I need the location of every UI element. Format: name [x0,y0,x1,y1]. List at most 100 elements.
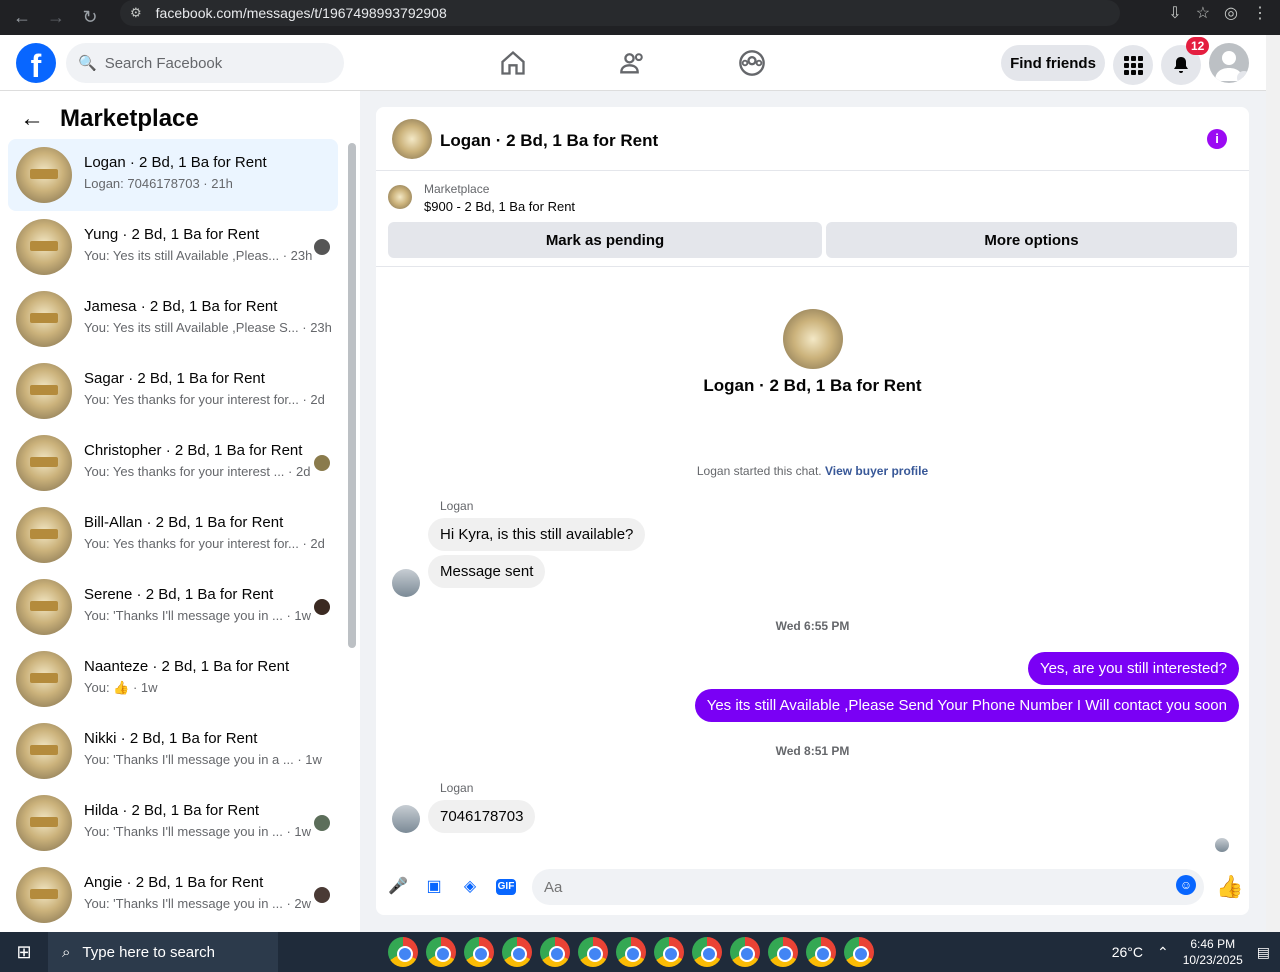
outgoing-message[interactable]: Yes its still Available ,Please Send You… [694,689,1239,722]
conversation-item[interactable]: Naanteze · 2 Bd, 1 Ba for Rent You: 👍 · 1… [8,643,338,715]
incoming-message[interactable]: Message sent [428,555,546,588]
conversation-item[interactable]: Bill-Allan · 2 Bd, 1 Ba for Rent You: Yes… [8,499,338,571]
bell-icon [1174,57,1188,73]
gif-icon[interactable]: GIF [496,879,516,895]
home-icon[interactable] [499,49,527,77]
conversation-name: Jamesa · 2 Bd, 1 Ba for Rent [84,298,278,315]
weather-temp[interactable]: 26°C [1112,944,1143,960]
conversation-preview: You: 'Thanks I'll message you in ... · 1… [84,824,312,839]
groups-icon[interactable] [738,49,766,77]
address-bar[interactable]: ⚙ facebook.com/messages/t/19674989937929… [120,0,1120,26]
sticker-icon[interactable]: ◈ [460,877,480,897]
timestamp: Wed 6:55 PM [775,619,850,633]
listing-thumbnail [16,435,72,491]
menu-kebab-icon[interactable]: ⋮ [1252,3,1268,23]
listing-thumbnail [16,651,72,707]
forward-icon[interactable]: → [44,6,68,30]
chrome-app-icon[interactable] [426,937,456,967]
listing-avatar[interactable] [392,119,432,159]
chrome-app-icon[interactable] [464,937,494,967]
chrome-app-icon[interactable] [730,937,760,967]
conversation-list: Logan · 2 Bd, 1 Ba for Rent Logan: 704617… [8,139,338,931]
conversation-name: Logan · 2 Bd, 1 Ba for Rent [84,154,267,171]
emoji-icon[interactable]: ☺ [1176,875,1196,895]
conversation-item[interactable]: Logan · 2 Bd, 1 Ba for Rent Logan: 704617… [8,139,338,211]
conversation-item[interactable]: Jamesa · 2 Bd, 1 Ba for Rent You: Yes its… [8,283,338,355]
install-icon[interactable]: ⇩ [1168,3,1181,23]
site-info-icon[interactable]: ⚙ [130,5,142,21]
more-options-button[interactable]: More options [826,222,1237,258]
chrome-app-icon[interactable] [578,937,608,967]
menu-grid-button[interactable] [1113,45,1153,85]
chrome-app-icon[interactable] [692,937,722,967]
sender-name: Logan [440,499,474,513]
marketplace-sidebar: ← Marketplace Logan · 2 Bd, 1 Ba for Ren… [0,91,360,932]
fb-header: f 🔍 Search Facebook Find friends 12 ⌄ [0,35,1266,91]
find-friends-button[interactable]: Find friends [1001,45,1105,81]
conversation-item[interactable]: Angie · 2 Bd, 1 Ba for Rent You: 'Thanks … [8,859,338,931]
chrome-app-icon[interactable] [844,937,874,967]
outgoing-message[interactable]: Yes, are you still interested? [1027,652,1239,685]
photo-icon[interactable]: ▣ [424,877,444,897]
chrome-app-icon[interactable] [502,937,532,967]
back-icon[interactable]: ← [10,6,34,30]
chat-profile-name: Logan · 2 Bd, 1 Ba for Rent [703,376,922,395]
chrome-app-icon[interactable] [616,937,646,967]
chat-panel: Logan · 2 Bd, 1 Ba for Rent i Marketplac… [376,107,1249,915]
search-box[interactable]: 🔍 Search Facebook [66,43,344,83]
bookmark-star-icon[interactable]: ☆ [1196,3,1210,23]
conversation-name: Bill-Allan · 2 Bd, 1 Ba for Rent [84,514,284,531]
view-buyer-profile-link[interactable]: View buyer profile [825,464,928,478]
reload-icon[interactable]: ↻ [78,6,102,30]
message-composer: 🎤 ▣ ◈ GIF ☺ 👍 [376,867,1249,907]
conversation-item[interactable]: Nikki · 2 Bd, 1 Ba for Rent You: 'Thanks … [8,715,338,787]
conversation-item[interactable]: Christopher · 2 Bd, 1 Ba for Rent You: Ye… [8,427,338,499]
chrome-app-icon[interactable] [654,937,684,967]
windows-start-icon[interactable]: ⊞ [0,932,48,972]
page-scrollbar[interactable] [1266,35,1280,932]
chrome-app-icon[interactable] [806,937,836,967]
listing-thumbnail [16,867,72,923]
incoming-message[interactable]: Hi Kyra, is this still available? [428,518,646,551]
timestamp: Wed 8:51 PM [775,744,850,758]
account-avatar[interactable]: ⌄ [1209,43,1249,83]
search-icon: ⌕ [62,943,71,961]
conversation-preview: You: Yes thanks for your interest ... · … [84,464,311,479]
profile-icon[interactable]: ◎ [1224,3,1238,23]
taskbar-search[interactable]: ⌕ Type here to search [48,932,278,972]
chevron-up-icon[interactable]: ⌃ [1157,944,1169,961]
search-icon: 🔍 [78,55,97,72]
back-arrow-icon[interactable]: ← [20,105,44,133]
chrome-app-icon[interactable] [388,937,418,967]
sidebar-scrollbar[interactable] [348,143,356,648]
facebook-logo-icon[interactable]: f [16,43,56,83]
sender-avatar[interactable] [392,805,420,833]
info-icon[interactable]: i [1207,129,1227,149]
conversation-name: Sagar · 2 Bd, 1 Ba for Rent [84,370,265,387]
friends-icon[interactable] [619,49,647,77]
conversation-item[interactable]: Sagar · 2 Bd, 1 Ba for Rent You: Yes than… [8,355,338,427]
notification-center-icon[interactable]: ▤ [1257,944,1270,961]
conversation-item[interactable]: Hilda · 2 Bd, 1 Ba for Rent You: 'Thanks … [8,787,338,859]
chrome-app-icon[interactable] [540,937,570,967]
conversation-name: Serene · 2 Bd, 1 Ba for Rent [84,586,274,603]
sender-avatar[interactable] [392,569,420,597]
microphone-icon[interactable]: 🎤 [388,877,408,897]
conversation-item[interactable]: Serene · 2 Bd, 1 Ba for Rent You: 'Thanks… [8,571,338,643]
listing-thumbnail [16,507,72,563]
sidebar-title: Marketplace [60,105,199,132]
thumbs-up-icon[interactable]: 👍 [1216,874,1243,900]
chat-title[interactable]: Logan · 2 Bd, 1 Ba for Rent [440,131,658,151]
message-input[interactable] [532,869,1204,905]
search-input[interactable]: Search Facebook [105,55,223,72]
conversation-item[interactable]: Yung · 2 Bd, 1 Ba for Rent You: Yes its s… [8,211,338,283]
chrome-app-icon[interactable] [768,937,798,967]
clock-time: 6:46 PM [1190,937,1236,951]
clock[interactable]: 6:46 PM 10/23/2025 [1183,936,1243,968]
taskbar-search-input[interactable]: Type here to search [82,944,215,961]
incoming-message[interactable]: 7046178703 [428,800,536,833]
conversation-preview: You: 'Thanks I'll message you in ... · 1… [84,608,312,623]
conversation-name: Naanteze · 2 Bd, 1 Ba for Rent [84,658,290,675]
mark-as-pending-button[interactable]: Mark as pending [388,222,822,258]
conversation-name: Christopher · 2 Bd, 1 Ba for Rent [84,442,303,459]
